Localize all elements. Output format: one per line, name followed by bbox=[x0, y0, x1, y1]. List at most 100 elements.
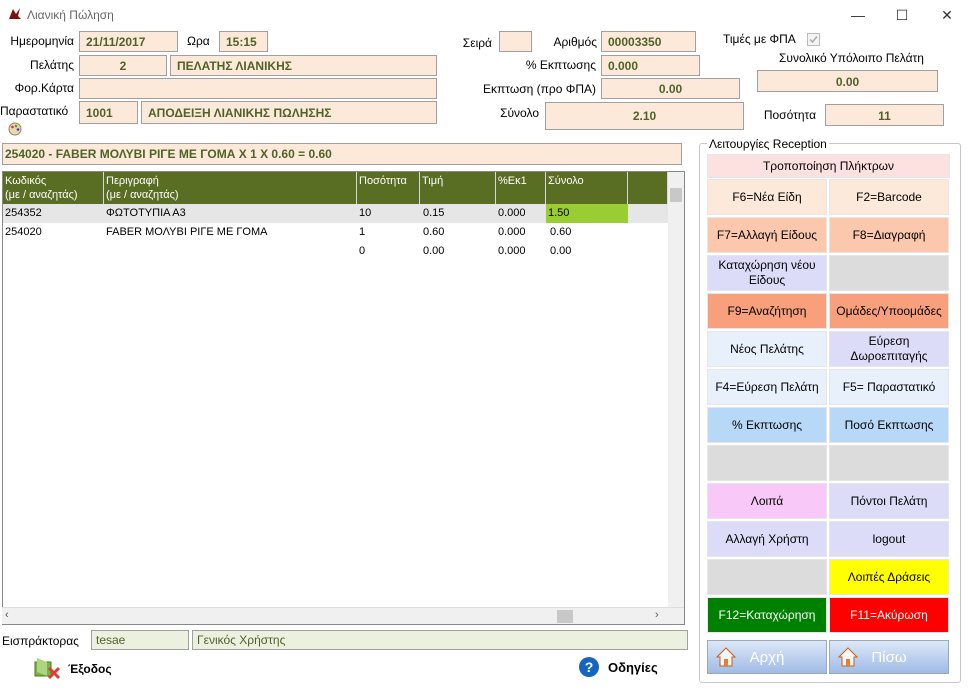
document-name-field[interactable]: ΑΠΟΔΕΙΞΗ ΛΙΑΝΙΚΗΣ ΠΩΛΗΣΗΣ bbox=[141, 101, 437, 124]
total-field: 2.10 bbox=[545, 102, 744, 130]
discount-pct-label: % Εκπτωσης bbox=[525, 58, 596, 72]
panel-button[interactable]: % Εκπτωσης bbox=[707, 407, 827, 443]
scroll-left-icon[interactable]: ‹ bbox=[5, 609, 9, 621]
home-icon bbox=[714, 645, 738, 673]
vat-prices-checkbox[interactable] bbox=[807, 33, 820, 46]
col-header-price[interactable]: Τιμή bbox=[420, 172, 496, 204]
panel-button[interactable]: logout bbox=[829, 521, 949, 557]
panel-button[interactable]: F2=Barcode bbox=[829, 179, 949, 215]
panel-button[interactable]: F6=Νέα Είδη bbox=[707, 179, 827, 215]
panel-button[interactable] bbox=[829, 255, 949, 291]
series-field[interactable] bbox=[499, 31, 532, 52]
table-cell[interactable]: 0.000 bbox=[496, 223, 526, 242]
panel-button[interactable]: Πόντοι Πελάτη bbox=[829, 483, 949, 519]
table-cell[interactable]: 0.000 bbox=[496, 242, 526, 261]
panel-button[interactable]: F8=Διαγραφή bbox=[829, 217, 949, 253]
table-cell[interactable]: 0.60 bbox=[548, 223, 571, 242]
back-button[interactable]: Πίσω bbox=[829, 640, 949, 674]
discount-pre-vat-field[interactable]: 0.00 bbox=[601, 78, 740, 99]
col-header-code[interactable]: Κωδικός (με / αναζητάς) bbox=[3, 172, 104, 204]
panel-button[interactable]: Λοιπές Δράσεις bbox=[829, 559, 949, 595]
document-label: Παραστατικό bbox=[0, 104, 69, 118]
panel-button[interactable]: Εύρεση Δωροεπιταγής bbox=[829, 331, 949, 367]
table-cell[interactable]: FABER ΜΟΛΥΒΙ ΡΙΓΕ ΜΕ ΓΟΜΑ bbox=[104, 223, 267, 242]
col-header-quantity[interactable]: Ποσότητα bbox=[357, 172, 420, 204]
help-icon: ? bbox=[579, 657, 599, 677]
table-cell[interactable]: 0.15 bbox=[421, 204, 444, 223]
selected-cell[interactable]: 1.50 bbox=[546, 204, 628, 223]
col-header-discount[interactable]: %Εκ1 bbox=[496, 172, 546, 204]
table-cell[interactable]: 0 bbox=[357, 242, 365, 261]
home-label: Αρχή bbox=[749, 648, 785, 666]
table-cell[interactable]: 0.00 bbox=[548, 242, 571, 261]
close-button[interactable]: ✕ bbox=[925, 3, 969, 27]
table-cell[interactable]: 0.00 bbox=[421, 242, 444, 261]
tax-card-field[interactable] bbox=[79, 78, 437, 99]
table-cell[interactable]: ΦΩΤΟΤΥΠΙΑ Α3 bbox=[104, 204, 186, 223]
table-cell[interactable]: 0.000 bbox=[496, 204, 526, 223]
table-cell[interactable]: 254352 bbox=[3, 204, 42, 223]
edit-keys-button[interactable]: Τροποποίηση Πλήκτρων bbox=[707, 154, 950, 178]
quantity-label: Ποσότητα bbox=[763, 108, 816, 122]
customer-code-field[interactable]: 2 bbox=[79, 55, 167, 76]
home-button[interactable]: Αρχή bbox=[707, 640, 827, 674]
quantity-field: 11 bbox=[825, 104, 944, 126]
document-code-field[interactable]: 1001 bbox=[79, 101, 138, 124]
panel-button[interactable]: F7=Αλλαγή Είδους bbox=[707, 217, 827, 253]
number-label: Αριθμός bbox=[553, 35, 597, 49]
discount-pct-field[interactable]: 0.000 bbox=[601, 55, 700, 76]
panel-button[interactable]: F12=Καταχώρηση bbox=[707, 597, 827, 633]
items-grid[interactable]: Κωδικός (με / αναζητάς) Περιγραφή (με / … bbox=[2, 171, 685, 625]
panel-button[interactable]: F5= Παραστατικό bbox=[829, 369, 949, 405]
cashier-name-field[interactable]: Γενικός Χρήστης bbox=[192, 630, 688, 650]
panel-button[interactable]: Αλλαγή Χρήστη bbox=[707, 521, 827, 557]
time-label: Ωρα bbox=[187, 34, 210, 48]
panel-button[interactable]: Ομάδες/Υποομάδες bbox=[829, 293, 949, 329]
cashier-label: Εισπράκτορας bbox=[2, 634, 79, 648]
panel-button[interactable] bbox=[707, 445, 827, 481]
total-label: Σύνολο bbox=[500, 106, 539, 120]
vertical-scrollbar[interactable] bbox=[668, 172, 684, 607]
palette-icon[interactable] bbox=[8, 122, 22, 136]
scroll-thumb[interactable] bbox=[670, 188, 682, 202]
tax-card-label: Φορ.Κάρτα bbox=[14, 81, 74, 95]
maximize-button[interactable]: ☐ bbox=[880, 3, 924, 27]
check-icon bbox=[809, 36, 818, 44]
date-label: Ημερομηνία bbox=[10, 34, 74, 48]
scroll-right-icon[interactable]: › bbox=[655, 609, 659, 621]
help-button[interactable]: ? Οδηγίες bbox=[579, 657, 679, 681]
scroll-thumb[interactable] bbox=[557, 610, 573, 623]
item-info-line: 254020 - FABER ΜΟΛΥΒΙ ΡΙΓΕ ΜΕ ΓΟΜΑ X 1 X… bbox=[2, 143, 682, 165]
table-cell[interactable]: 1 bbox=[357, 223, 365, 242]
discount-pre-vat-label: Εκπτωση (προ ΦΠΑ) bbox=[483, 82, 596, 96]
col-header-extra[interactable] bbox=[628, 172, 668, 204]
date-field[interactable]: 21/11/2017 bbox=[79, 31, 178, 52]
col-header-description[interactable]: Περιγραφή (με / αναζητάς) bbox=[104, 172, 357, 204]
exit-label: Έξοδος bbox=[68, 662, 112, 676]
panel-button[interactable]: F9=Αναζήτηση bbox=[707, 293, 827, 329]
customer-name-field[interactable]: ΠΕΛΑΤΗΣ ΛΙΑΝΙΚΗΣ bbox=[170, 55, 437, 76]
panel-button[interactable] bbox=[707, 559, 827, 595]
table-cell[interactable]: 10 bbox=[357, 204, 371, 223]
panel-button[interactable]: Λοιπά bbox=[707, 483, 827, 519]
window-title: Λιανική Πώληση bbox=[27, 8, 114, 22]
reception-panel-title: Λειτουργίες Reception bbox=[707, 137, 829, 151]
panel-button[interactable]: F11=Ακύρωση bbox=[829, 597, 949, 633]
panel-button[interactable] bbox=[829, 445, 949, 481]
minimize-button[interactable]: — bbox=[836, 3, 880, 27]
time-field[interactable]: 15:15 bbox=[219, 31, 268, 52]
panel-button[interactable]: Νέος Πελάτης bbox=[707, 331, 827, 367]
exit-button[interactable]: Έξοδος bbox=[33, 654, 123, 682]
balance-label: Συνολικό Υπόλοιπο Πελάτη bbox=[779, 51, 924, 65]
table-cell[interactable]: 0.60 bbox=[421, 223, 444, 242]
col-header-total[interactable]: Σύνολο bbox=[546, 172, 628, 204]
table-cell[interactable]: 254020 bbox=[3, 223, 42, 242]
cashier-user-field[interactable]: tesae bbox=[91, 630, 189, 650]
panel-button[interactable]: Καταχώρηση νέου Είδους bbox=[707, 255, 827, 291]
vat-prices-label: Τιμές με ΦΠΑ bbox=[723, 32, 796, 46]
panel-button[interactable]: Ποσό Εκπτωσης bbox=[829, 407, 949, 443]
balance-field[interactable]: 0.00 bbox=[757, 70, 938, 92]
number-field[interactable]: 00003350 bbox=[601, 31, 696, 52]
horizontal-scrollbar[interactable]: ‹ › bbox=[2, 607, 684, 624]
panel-button[interactable]: F4=Εύρεση Πελάτη bbox=[707, 369, 827, 405]
